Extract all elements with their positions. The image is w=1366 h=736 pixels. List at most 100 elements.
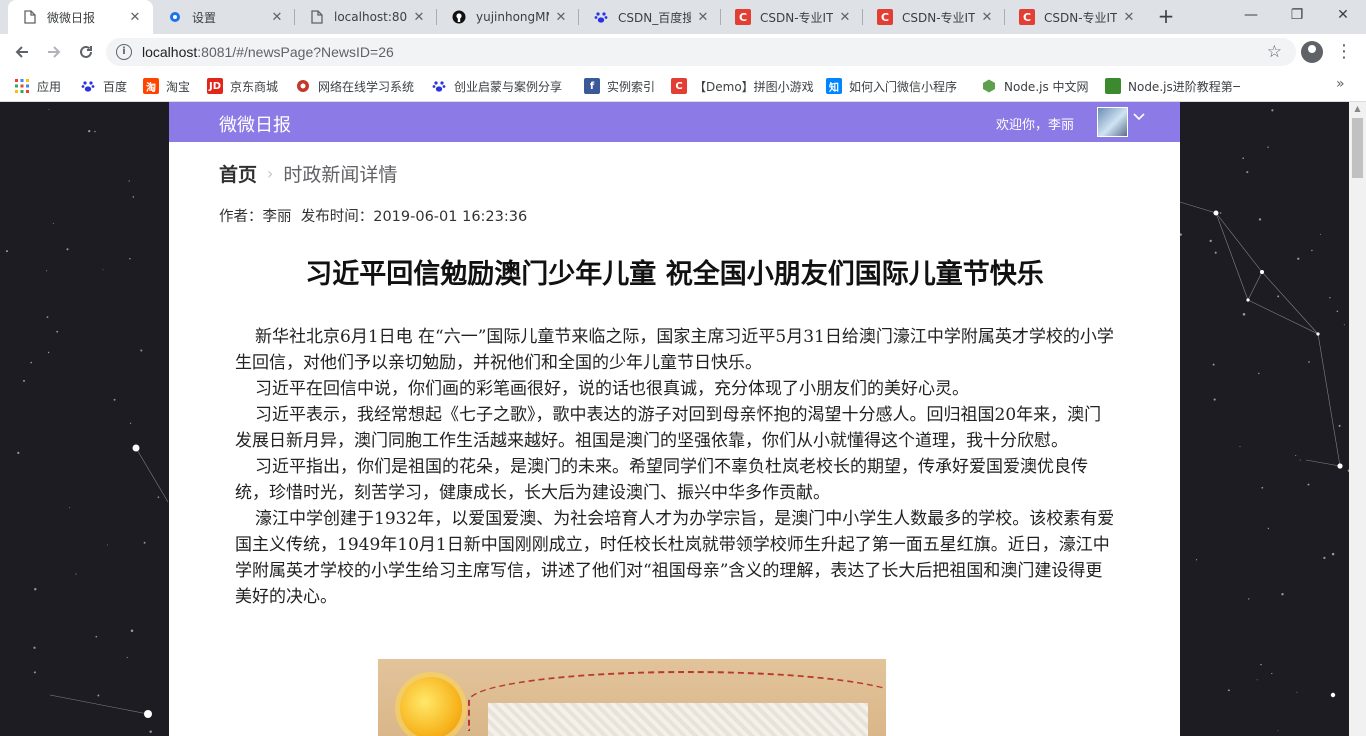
bookmarks-bar: 应用 百度 淘 淘宝 JD 京东商城 网络在线学习系统 创业启蒙与案例分享 f … [0, 70, 1366, 102]
bookmark-startup-cases[interactable]: 创业启蒙与案例分享 [431, 76, 562, 96]
tab-title: CSDN-专业IT [760, 10, 833, 25]
chevron-down-icon[interactable] [1133, 111, 1145, 126]
tab-csdn-3[interactable]: C CSDN-专业IT ✕ [1005, 0, 1147, 34]
csdn-icon: C [735, 9, 751, 25]
tab-settings[interactable]: 设置 ✕ [153, 0, 295, 34]
baidu-paw-icon [593, 9, 609, 25]
url-host: localhost [142, 44, 198, 60]
csdn-icon: C [1019, 9, 1035, 25]
chevron-double-right-icon[interactable]: » [1336, 76, 1345, 92]
bookmark-online-learning[interactable]: 网络在线学习系统 [295, 76, 414, 96]
reload-button[interactable] [73, 39, 99, 65]
bookmark-jd[interactable]: JD 京东商城 [207, 76, 278, 96]
bookmark-nodejs-tutorial[interactable]: Node.js进阶教程第一 [1105, 76, 1240, 96]
bookmark-label: 百度 [103, 79, 128, 94]
url-path: :8081/#/newsPage?NewsID=26 [197, 44, 394, 60]
bookmark-wechat-miniprogram[interactable]: 知 如何入门微信小程序 [826, 76, 957, 96]
baidu-paw-icon [80, 78, 96, 94]
facebook-icon: f [584, 78, 600, 94]
article-image [378, 659, 886, 736]
bookmark-demo-puzzle[interactable]: C 【Demo】拼图小游戏 [671, 76, 814, 96]
tab-localhost[interactable]: localhost:808 ✕ [295, 0, 437, 34]
brand-logo-text[interactable]: 微微日报 [219, 111, 291, 137]
bookmark-examples-index[interactable]: f 实例索引 [584, 76, 655, 96]
bookmark-label: 京东商城 [230, 79, 279, 94]
breadcrumb-home-link[interactable]: 首页 [219, 160, 257, 187]
tab-csdn-1[interactable]: C CSDN-专业IT ✕ [721, 0, 863, 34]
article-meta: 作者：李丽 发布时间：2019-06-01 16:23:36 [219, 209, 528, 225]
tab-title: 微微日报 [47, 10, 96, 25]
minimize-button[interactable]: — [1228, 0, 1274, 30]
bookmark-label: 【Demo】拼图小游戏 [694, 79, 814, 94]
arrow-right-icon [48, 46, 61, 58]
csdn-icon: C [671, 78, 687, 94]
close-icon[interactable]: ✕ [1121, 9, 1137, 25]
article-body: 新华社北京6月1日电 在“六一”国际儿童节来临之际，国家主席习近平5月31日给澳… [235, 324, 1117, 610]
bookmark-label: 实例索引 [607, 79, 656, 94]
taobao-icon: 淘 [143, 78, 159, 94]
close-icon[interactable]: ✕ [269, 9, 285, 25]
tab-title: CSDN-专业IT [1044, 10, 1117, 25]
bookmark-label: Node.js进阶教程第一 [1128, 79, 1240, 94]
welcome-text: 欢迎你，李丽 [996, 118, 1075, 133]
github-icon [451, 9, 467, 25]
close-icon[interactable]: ✕ [553, 9, 569, 25]
breadcrumb: 首页 › 时政新闻详情 [219, 160, 397, 187]
address-bar[interactable]: i localhost:8081/#/newsPage?NewsID=26 ☆ [106, 38, 1296, 66]
reload-icon [80, 45, 92, 58]
page-icon [22, 9, 38, 25]
tab-title: CSDN_百度搜 [618, 10, 691, 25]
info-icon[interactable]: i [116, 44, 132, 60]
article-title: 习近平回信勉励澳门少年儿童 祝全国小朋友们国际儿童节快乐 [305, 259, 1044, 290]
close-icon[interactable]: ✕ [837, 9, 853, 25]
gear-icon [167, 9, 183, 25]
nodejs-icon [981, 78, 997, 94]
bookmark-label: 应用 [37, 79, 62, 94]
arrow-left-icon [15, 46, 28, 58]
tab-csdn-2[interactable]: C CSDN-专业IT ✕ [863, 0, 1005, 34]
browser-toolbar: i localhost:8081/#/newsPage?NewsID=26 ☆ … [0, 34, 1366, 70]
star-icon[interactable]: ☆ [1267, 42, 1282, 62]
scroll-up-arrow-icon[interactable]: ▲ [1352, 104, 1363, 114]
article-paragraph: 新华社北京6月1日电 在“六一”国际儿童节来临之际，国家主席习近平5月31日给澳… [235, 327, 1114, 373]
scrollbar-track[interactable] [1349, 102, 1366, 736]
news-page: 微微日报 欢迎你，李丽 首页 › 时政新闻详情 作者：李丽 发布时间：2019-… [169, 102, 1180, 736]
kebab-menu-icon[interactable]: ⋮ [1334, 40, 1354, 64]
tab-github[interactable]: yujinhongMM ✕ [437, 0, 579, 34]
bookmark-label: Node.js 中文网 [1004, 79, 1089, 94]
page-viewport: 微微日报 欢迎你，李丽 首页 › 时政新闻详情 作者：李丽 发布时间：2019-… [0, 102, 1366, 736]
forward-button[interactable] [41, 39, 67, 65]
bookmark-taobao[interactable]: 淘 淘宝 [143, 76, 190, 96]
close-window-button[interactable]: ✕ [1320, 0, 1366, 30]
close-icon[interactable]: ✕ [695, 9, 711, 25]
bookmark-apps[interactable]: 应用 [14, 76, 61, 96]
tab-weiwei-daily[interactable]: 微微日报 ✕ [8, 0, 153, 34]
site-icon [295, 78, 311, 94]
baidu-paw-icon [431, 78, 447, 94]
bookmark-label: 如何入门微信小程序 [849, 79, 958, 94]
url-text[interactable]: localhost:8081/#/newsPage?NewsID=26 [142, 44, 394, 60]
tab-baidu-search[interactable]: CSDN_百度搜 ✕ [579, 0, 721, 34]
back-button[interactable] [9, 39, 35, 65]
bookmark-baidu[interactable]: 百度 [80, 76, 127, 96]
breadcrumb-current: 时政新闻详情 [283, 164, 398, 186]
chevron-right-icon: › [267, 164, 274, 183]
app-header: 微微日报 欢迎你，李丽 [169, 102, 1180, 142]
apps-grid-icon [14, 78, 30, 94]
avatar[interactable] [1097, 107, 1128, 137]
restore-button[interactable]: ❐ [1274, 0, 1320, 30]
new-tab-button[interactable]: + [1155, 6, 1177, 28]
tab-title: yujinhongMM [476, 10, 549, 24]
book-icon [1105, 78, 1121, 94]
close-icon[interactable]: ✕ [127, 9, 143, 25]
bookmark-nodejs-cn[interactable]: Node.js 中文网 [981, 76, 1089, 96]
tab-title: CSDN-专业IT [902, 10, 975, 25]
close-icon[interactable]: ✕ [979, 9, 995, 25]
image-banner [488, 703, 868, 736]
tab-title: localhost:808 [334, 10, 407, 24]
page-icon [309, 9, 325, 25]
article-paragraph: 习近平指出，你们是祖国的花朵，是澳门的未来。希望同学们不辜负杜岚老校长的期望，传… [235, 457, 1088, 503]
profile-avatar-icon[interactable] [1301, 41, 1323, 63]
scrollbar-thumb[interactable] [1352, 118, 1363, 178]
close-icon[interactable]: ✕ [411, 9, 427, 25]
